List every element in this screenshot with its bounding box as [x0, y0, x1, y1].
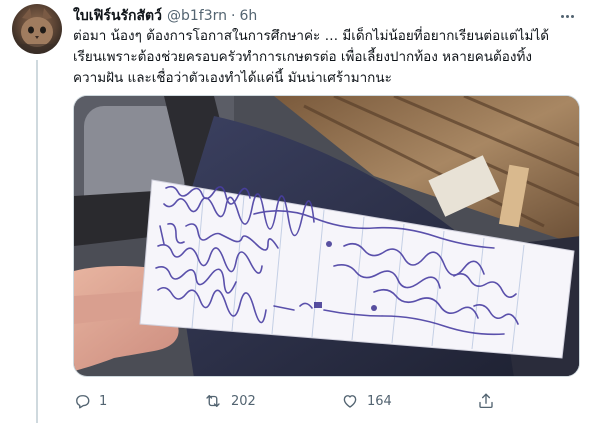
retweet-button[interactable]: 202: [203, 390, 256, 412]
avatar[interactable]: [12, 4, 62, 54]
share-icon: [479, 393, 493, 409]
heart-icon: [343, 395, 357, 408]
separator-dot: ·: [231, 8, 236, 24]
timestamp[interactable]: 6h: [239, 8, 257, 24]
like-count: 164: [367, 393, 392, 409]
reply-icon: [76, 395, 90, 409]
tweet-text-line: ความฝัน และเชื่อว่าตัวเองทำได้แค่นี้ มัน…: [73, 70, 392, 86]
retweet-count: 202: [231, 393, 256, 409]
tweet-text-line: ต่อมา น้องๆ ต้องการโอกาสในการศึกษาค่ะ … …: [73, 28, 550, 44]
retweet-icon: [206, 395, 220, 407]
tweet-actions: 1 202 164: [73, 390, 503, 412]
cat-avatar-image: [12, 8, 62, 54]
tweet-text-line: เรียนเพราะต้องช่วยครอบครัวทำการเกษตรต่อ …: [73, 49, 532, 65]
reply-button[interactable]: 1: [73, 390, 107, 412]
tweet-photo[interactable]: [73, 95, 580, 377]
more-icon[interactable]: [557, 6, 577, 26]
reply-count: 1: [99, 393, 108, 409]
handwritten-note-photo: [74, 96, 579, 376]
like-button[interactable]: 164: [341, 390, 392, 412]
display-name[interactable]: ใบเฟิร์นรักสัตว์: [73, 5, 162, 27]
share-button[interactable]: [477, 390, 495, 412]
user-handle[interactable]: @b1f3rn: [167, 8, 227, 24]
tweet-text: ต่อมา น้องๆ ต้องการโอกาสในการศึกษาค่ะ … …: [73, 26, 579, 89]
thread-line: [36, 60, 38, 423]
tweet-header: ใบเฟิร์นรักสัตว์ @b1f3rn · 6h: [73, 6, 577, 26]
